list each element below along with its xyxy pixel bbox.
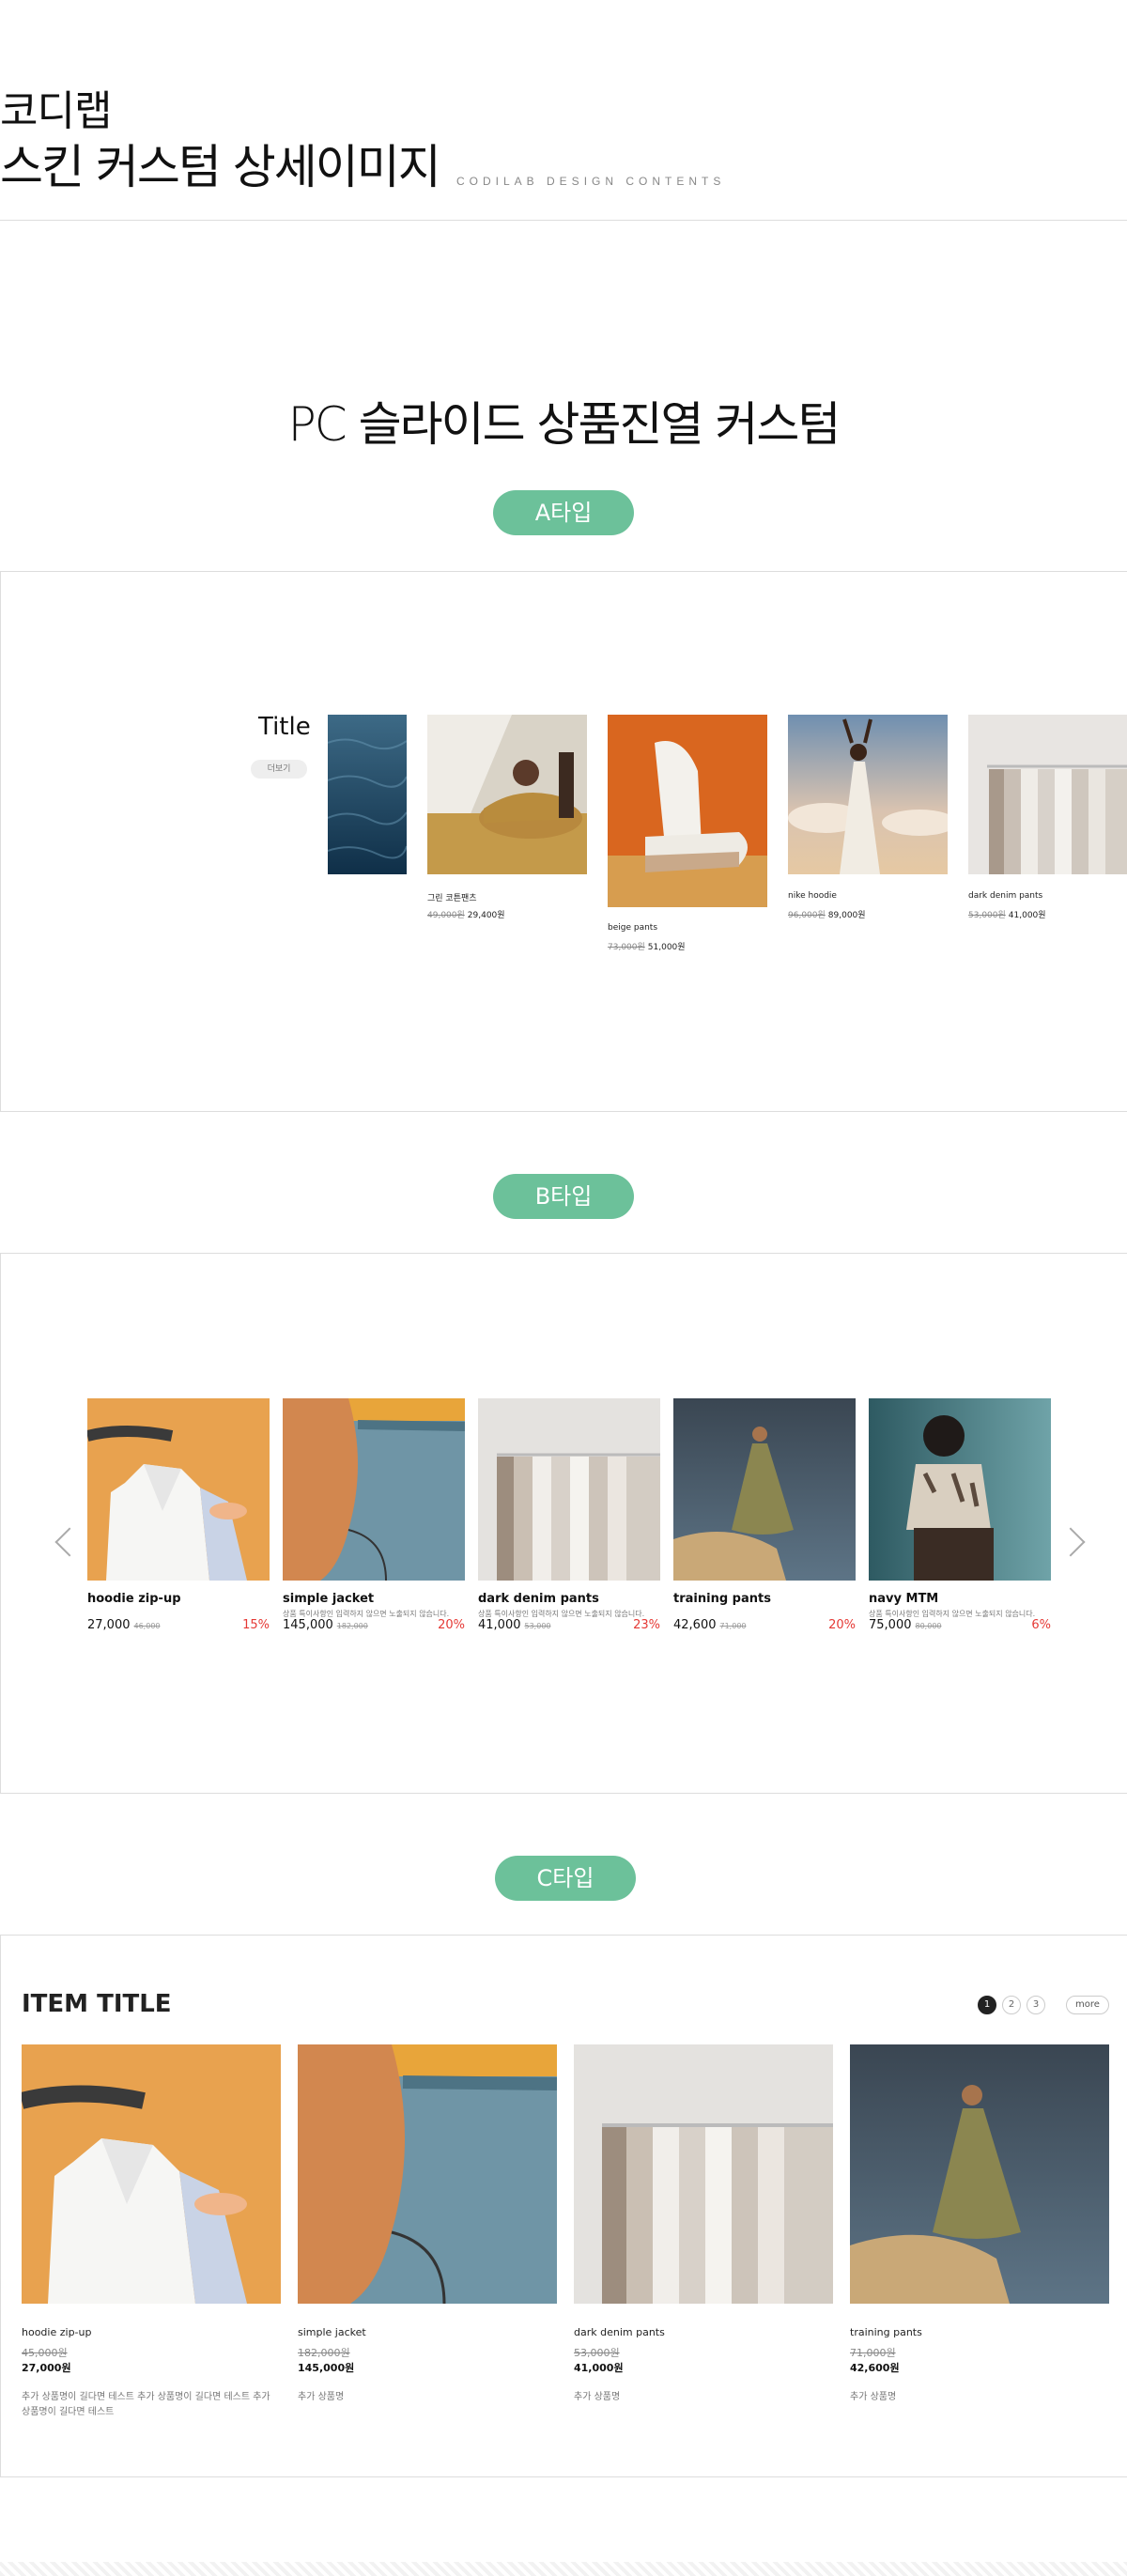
product-name[interactable]: dark denim pants [478,1592,599,1606]
type-b-badge: B타입 [493,1174,634,1219]
sale-price: 42,600 [673,1618,717,1632]
original-price: 182,000원 [298,2347,350,2359]
original-price: 49,000원 [427,911,465,920]
product-image[interactable] [298,2044,557,2304]
product-name[interactable]: navy MTM [869,1592,938,1606]
header-divider [0,220,1127,221]
product-name[interactable]: dark denim pants [574,2326,665,2338]
product-name[interactable]: hoodie zip-up [87,1592,181,1606]
product-name[interactable]: dark denim pants [968,891,1042,901]
product-image[interactable] [788,715,948,874]
product-name[interactable]: training pants [850,2326,922,2338]
header-title-line2: 스킨 커스텀 상세이미지 [0,140,441,194]
page-button[interactable]: 3 [1027,1996,1045,2014]
type-b-panel: hoodie zip-up 27,000 46,000 15% simple ja… [0,1253,1127,1794]
more-button[interactable]: more [1066,1996,1109,2014]
sale-price: 27,000원 [22,2362,71,2374]
type-a-badge: A타입 [493,490,634,535]
product-image[interactable] [283,1398,465,1581]
product-name[interactable]: simple jacket [283,1592,374,1606]
header-title-line1: 코디랩 [0,87,112,135]
product-price: 96,000원 89,000원 [788,908,866,920]
product-image[interactable] [87,1398,270,1581]
type-c-badge: C타입 [495,1856,636,1901]
discount-rate: 20% [438,1618,465,1632]
product-image[interactable] [850,2044,1109,2304]
discount-rate: 15% [242,1618,270,1632]
bottom-decoration [0,2562,1127,2576]
original-price: 80,000 [915,1622,942,1630]
more-button[interactable]: 더보기 [251,760,307,779]
product-description: 추가 상품명 [850,2392,897,2402]
sale-price: 75,000 [869,1618,912,1632]
product-price: 27,000 46,000 [87,1618,161,1632]
original-price: 53,000 [524,1622,551,1630]
sale-price: 41,000원 [1008,911,1046,920]
product-name[interactable]: simple jacket [298,2326,366,2338]
product-description: 추가 상품명 [574,2392,621,2402]
product-name[interactable]: training pants [673,1592,771,1606]
product-description: 추가 상품명이 길다면 테스트 추가 상품명이 길다면 테스트 추가 상품명이 … [22,2392,270,2417]
product-name[interactable]: beige pants [608,923,657,933]
sale-price: 42,600원 [850,2362,900,2374]
product-price: 42,600 71,000 [673,1618,747,1632]
sale-price: 51,000원 [647,943,686,952]
original-price: 182,000 [336,1622,368,1630]
product-image[interactable] [608,715,767,907]
product-image[interactable] [869,1398,1051,1581]
original-price: 53,000원 [574,2347,620,2359]
sale-price: 41,000원 [574,2362,624,2374]
discount-rate: 20% [828,1618,856,1632]
section-title: PC 슬라이드 상품진열 커스텀 [287,397,841,452]
product-image[interactable] [968,715,1127,874]
header-subtitle: CODILAB DESIGN CONTENTS [456,175,726,188]
discount-rate: 6% [1031,1618,1051,1632]
original-price: 73,000원 [608,943,645,952]
page-button[interactable]: 1 [978,1996,996,2014]
product-price: 145,000 182,000 [283,1618,368,1632]
sale-price: 41,000 [478,1618,521,1632]
product-image[interactable] [22,2044,281,2304]
page-button[interactable]: 2 [1002,1996,1021,2014]
product-price: 49,000원 29,400원 [427,908,505,920]
product-description: 추가 상품명 [298,2392,345,2402]
item-title: ITEM TITLE [22,1990,172,2018]
sale-price: 89,000원 [827,911,866,920]
discount-rate: 23% [633,1618,660,1632]
next-arrow-icon[interactable] [1056,1527,1086,1557]
product-price: 75,000 80,000 [869,1618,942,1632]
original-price: 96,000원 [788,911,826,920]
product-price: 53,000원 41,000원 [968,908,1046,920]
type-c-panel: ITEM TITLE 1 2 3 more hoodie zip-up 45,0… [0,1935,1127,2477]
product-name[interactable]: hoodie zip-up [22,2326,91,2338]
type-a-panel: Title 더보기 그린 코튼팬츠 49,000원 29,400원 beige p… [0,571,1127,1112]
original-price: 45,000원 [22,2347,68,2359]
original-price: 46,000 [133,1622,161,1630]
product-image[interactable] [427,715,587,874]
product-name[interactable]: 그린 코튼팬츠 [427,891,477,903]
product-image[interactable] [574,2044,833,2304]
slider-title: Title [258,713,311,741]
sale-price: 27,000 [87,1618,131,1632]
product-name[interactable]: nike hoodie [788,891,837,901]
sale-price: 145,000 [283,1618,333,1632]
product-image[interactable] [478,1398,660,1581]
original-price: 53,000원 [968,911,1006,920]
prev-arrow-icon[interactable] [54,1527,85,1557]
sale-price: 29,400원 [467,911,505,920]
product-price: 73,000원 51,000원 [608,940,686,952]
product-price: 41,000 53,000 [478,1618,551,1632]
sale-price: 145,000원 [298,2362,355,2374]
product-image-water[interactable] [328,715,407,874]
product-image[interactable] [673,1398,856,1581]
original-price: 71,000 [719,1622,747,1630]
original-price: 71,000원 [850,2347,896,2359]
